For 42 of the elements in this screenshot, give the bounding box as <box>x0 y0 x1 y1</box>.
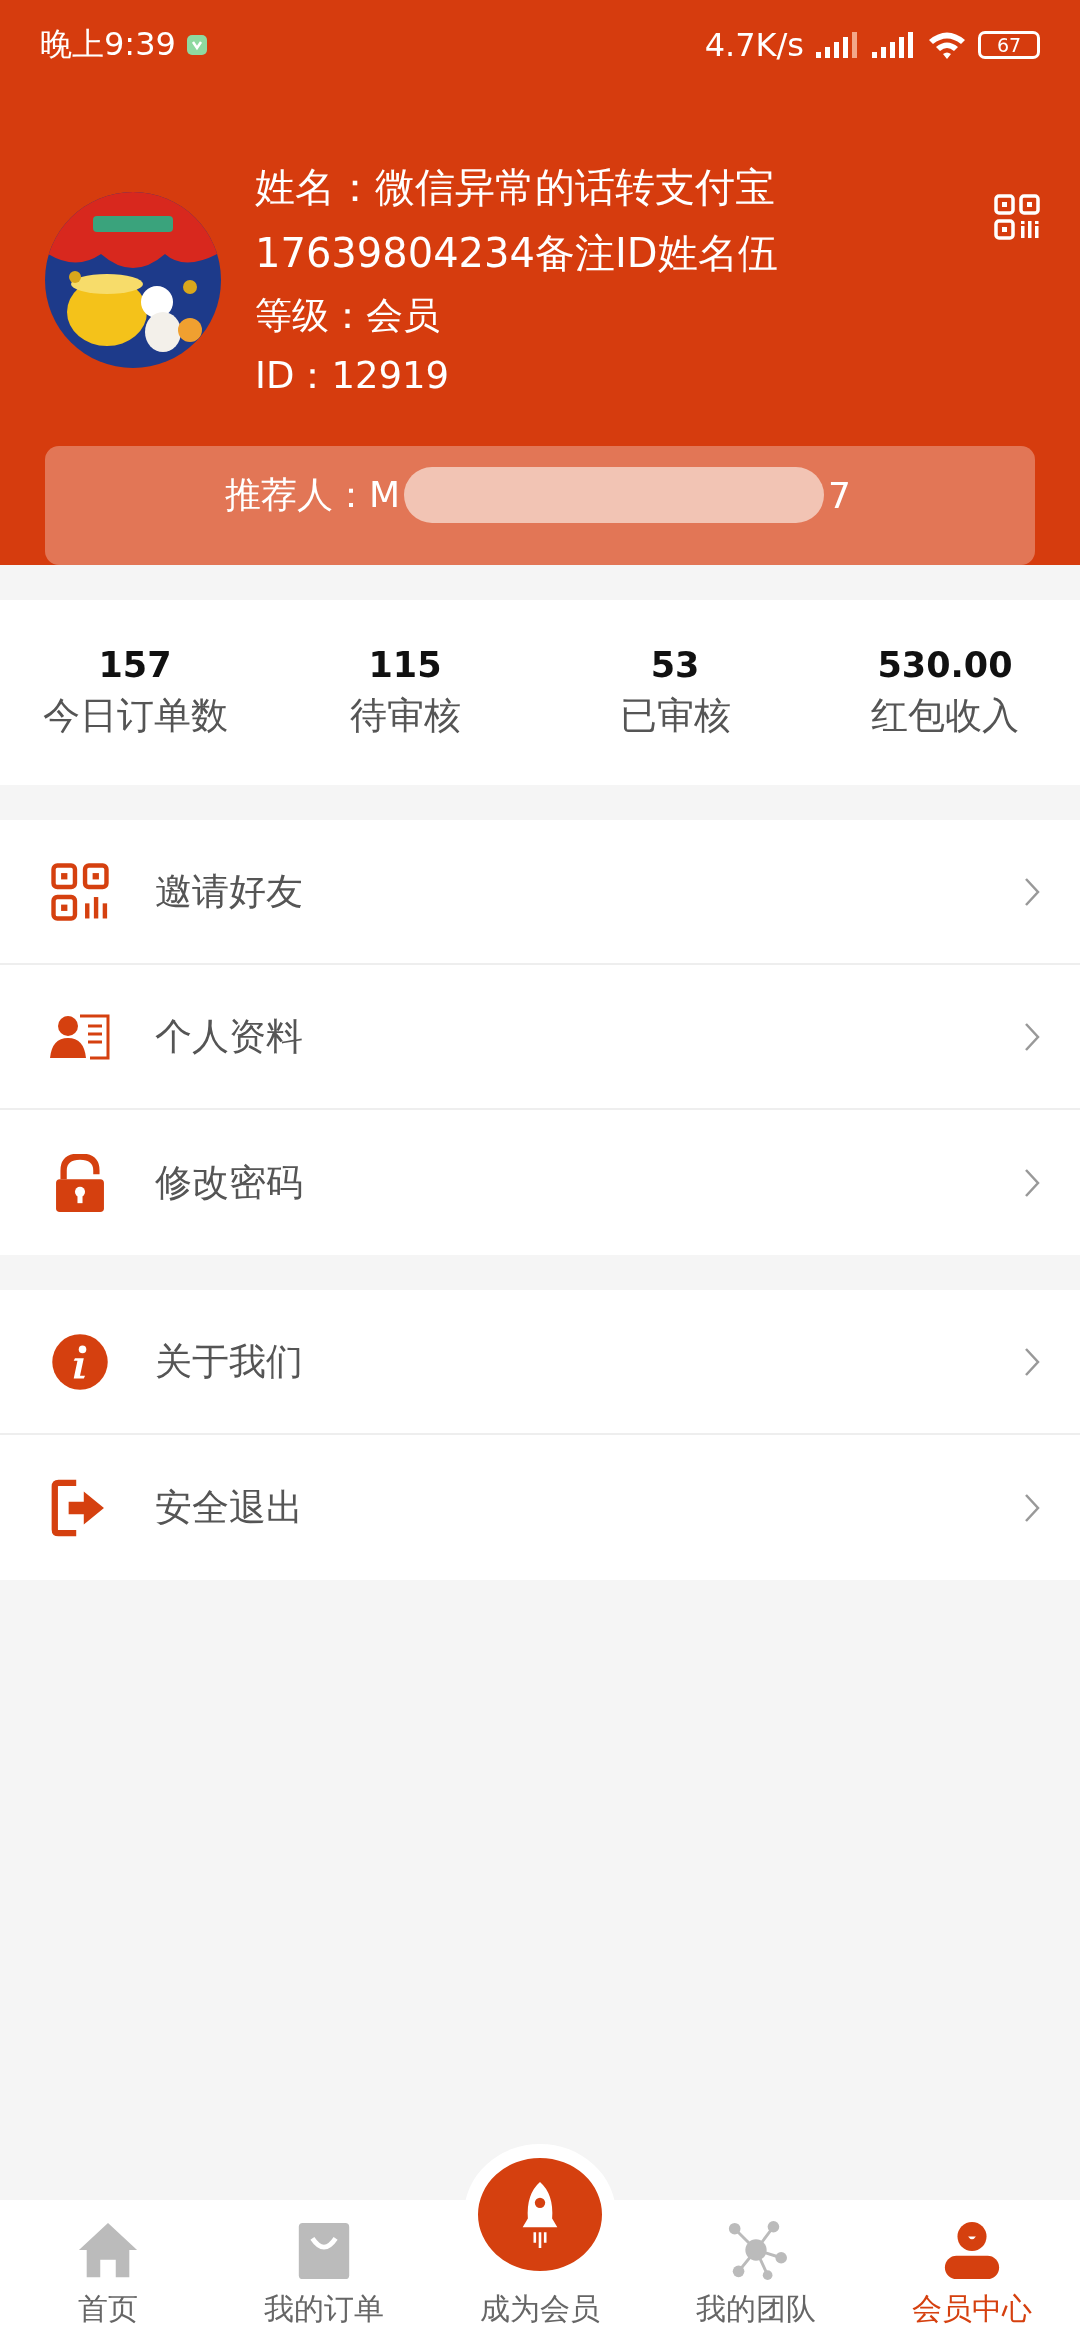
menu-label: 邀请好友 <box>155 868 304 915</box>
tab-item[interactable]: 首页 <box>0 2200 216 2340</box>
tab-item[interactable]: 成为会员 <box>432 2144 648 2340</box>
stat-value: 53 <box>650 644 700 685</box>
qr-code-icon[interactable] <box>994 193 1040 240</box>
stat-label: 今日订单数 <box>42 692 228 739</box>
signal-icon <box>814 29 860 60</box>
menu-label: 个人资料 <box>155 1013 304 1060</box>
member-id: ID：12919 <box>255 352 451 399</box>
chevron-right-icon <box>1024 1021 1040 1052</box>
stat-label: 待审核 <box>349 692 461 739</box>
menu-item[interactable]: 修改密码 <box>0 1110 1080 1255</box>
chevron-right-icon <box>1024 1492 1040 1523</box>
menu-item[interactable]: 安全退出 <box>0 1435 1080 1580</box>
chevron-right-icon <box>1024 1346 1040 1377</box>
referrer-suffix: 7 <box>828 474 851 516</box>
chevron-right-icon <box>1024 876 1040 907</box>
stat-value: 530.00 <box>877 644 1013 685</box>
status-time: 晚上9:39 <box>40 23 176 65</box>
stat-label: 已审核 <box>619 692 731 739</box>
member-level: 等级：会员 <box>255 292 441 339</box>
referrer-label: 推荐人：M <box>225 472 401 517</box>
battery-level: 67 <box>996 33 1022 56</box>
member-name: 姓名：微信异常的话转支付宝17639804234备注ID姓名伍 <box>255 162 779 278</box>
stat-value: 115 <box>368 644 442 685</box>
menu-item[interactable]: 个人资料 <box>0 965 1080 1110</box>
stat-value: 157 <box>98 644 172 685</box>
info-icon <box>50 1332 110 1391</box>
stat-label: 红包收入 <box>871 692 1019 739</box>
app-notification-icon <box>185 33 208 56</box>
menu-label: 安全退出 <box>155 1484 304 1531</box>
network-speed: 4.7K/s <box>704 25 804 64</box>
menu-label: 关于我们 <box>155 1338 304 1385</box>
tab-item[interactable]: 我的订单 <box>216 2200 432 2340</box>
chevron-right-icon <box>1024 1167 1040 1198</box>
signal-icon <box>870 29 916 60</box>
qr-code-icon <box>50 862 110 921</box>
tab-item[interactable]: 我的团队 <box>648 2200 864 2340</box>
menu-item[interactable]: 关于我们 <box>0 1290 1080 1435</box>
menu-item[interactable]: 邀请好友 <box>0 820 1080 965</box>
menu-label: 修改密码 <box>155 1159 304 1206</box>
tab-item[interactable]: 会员中心 <box>864 2200 1080 2340</box>
